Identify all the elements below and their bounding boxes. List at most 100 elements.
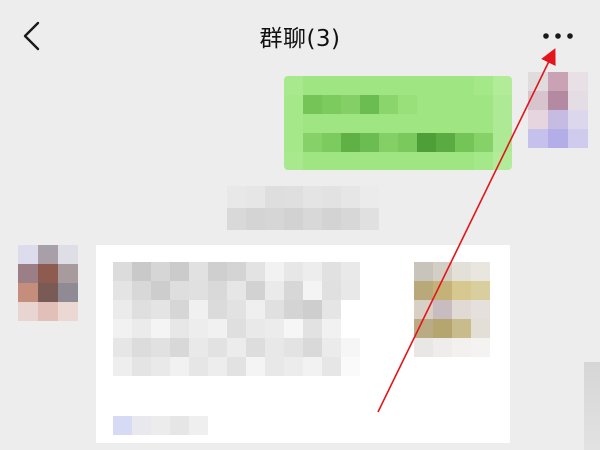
my-avatar[interactable]	[528, 72, 588, 148]
mosaic-cell	[189, 319, 208, 338]
mosaic-cell	[341, 186, 360, 208]
mosaic-cell	[341, 281, 360, 300]
mosaic-cell	[284, 152, 303, 170]
mosaic-cell	[417, 114, 436, 133]
mosaic-cell	[341, 357, 360, 376]
mosaic-cell	[189, 338, 208, 357]
mosaic-cell	[341, 395, 360, 414]
mosaic-cell	[284, 338, 303, 357]
mosaic-cell	[493, 133, 512, 152]
mosaic-cell	[341, 208, 360, 230]
mosaic-cell	[360, 300, 379, 319]
mosaic-cell	[471, 300, 490, 319]
mosaic-cell	[284, 76, 303, 95]
mosaic-cell	[38, 302, 58, 321]
mosaic-cell	[284, 319, 303, 338]
mosaic-cell	[548, 129, 568, 148]
mosaic-cell	[303, 95, 322, 114]
mosaic-cell	[246, 357, 265, 376]
mosaic-cell	[113, 357, 132, 376]
mosaic-cell	[113, 376, 132, 395]
mosaic-cell	[548, 91, 568, 110]
mosaic-cell	[379, 262, 398, 281]
mosaic-cell	[284, 95, 303, 114]
mosaic-cell	[227, 357, 246, 376]
mosaic-cell	[341, 300, 360, 319]
mosaic-cell	[322, 133, 341, 152]
mosaic-cell	[208, 395, 227, 414]
mosaic-cell	[208, 300, 227, 319]
mosaic-cell	[379, 133, 398, 152]
mosaic-cell	[265, 208, 284, 230]
mosaic-cell	[208, 338, 227, 357]
mosaic-cell	[189, 281, 208, 300]
mosaic-cell	[132, 338, 151, 357]
mosaic-cell	[58, 245, 78, 264]
mosaic-cell	[455, 152, 474, 170]
mosaic-cell	[471, 338, 490, 357]
mosaic-cell	[151, 357, 170, 376]
mosaic-cell	[227, 319, 246, 338]
mosaic-cell	[493, 114, 512, 133]
mosaic-cell	[471, 262, 490, 281]
mosaic-cell	[414, 319, 433, 338]
sent-message-bubble[interactable]	[284, 76, 512, 170]
more-options-button[interactable]	[536, 22, 580, 50]
mosaic-cell	[322, 300, 341, 319]
mosaic-cell	[341, 95, 360, 114]
scroll-edge	[584, 362, 600, 450]
mosaic-cell	[227, 281, 246, 300]
mosaic-cell	[379, 376, 398, 395]
mosaic-cell	[436, 133, 455, 152]
member-avatar[interactable]	[18, 245, 78, 321]
mosaic-cell	[493, 76, 512, 95]
mosaic-cell	[113, 281, 132, 300]
mosaic-cell	[208, 281, 227, 300]
mosaic-cell	[189, 357, 208, 376]
mosaic-cell	[284, 376, 303, 395]
mosaic-cell	[433, 281, 452, 300]
mosaic-cell	[284, 281, 303, 300]
mosaic-cell	[474, 114, 493, 133]
mosaic-cell	[341, 338, 360, 357]
mosaic-cell	[398, 76, 417, 95]
mosaic-cell	[151, 416, 170, 435]
mosaic-cell	[436, 152, 455, 170]
mosaic-cell	[360, 376, 379, 395]
mosaic-cell	[452, 262, 471, 281]
mosaic-cell	[379, 76, 398, 95]
mosaic-cell	[265, 376, 284, 395]
mosaic-cell	[284, 262, 303, 281]
mosaic-cell	[455, 133, 474, 152]
top-navigation-bar: 群聊(3)	[0, 0, 600, 72]
mosaic-cell	[303, 186, 322, 208]
mosaic-cell	[452, 319, 471, 338]
mosaic-cell	[227, 262, 246, 281]
mosaic-cell	[379, 395, 398, 414]
mosaic-cell	[58, 264, 78, 283]
system-message	[227, 186, 379, 230]
mosaic-cell	[417, 76, 436, 95]
mosaic-cell	[471, 319, 490, 338]
mosaic-cell	[113, 262, 132, 281]
mosaic-cell	[265, 319, 284, 338]
mosaic-cell	[246, 262, 265, 281]
mosaic-cell	[170, 281, 189, 300]
mosaic-cell	[528, 72, 548, 91]
mosaic-cell	[452, 338, 471, 357]
mosaic-cell	[303, 300, 322, 319]
mosaic-cell	[227, 395, 246, 414]
mosaic-cell	[265, 338, 284, 357]
mosaic-cell	[322, 357, 341, 376]
more-dots-icon	[543, 33, 573, 39]
mosaic-cell	[170, 300, 189, 319]
mosaic-cell	[322, 338, 341, 357]
mosaic-cell	[322, 76, 341, 95]
mosaic-cell	[493, 95, 512, 114]
mosaic-cell	[414, 338, 433, 357]
mosaic-cell	[341, 133, 360, 152]
mosaic-cell	[113, 300, 132, 319]
mosaic-cell	[322, 281, 341, 300]
chat-title: 群聊(3)	[259, 26, 341, 52]
mosaic-cell	[379, 357, 398, 376]
